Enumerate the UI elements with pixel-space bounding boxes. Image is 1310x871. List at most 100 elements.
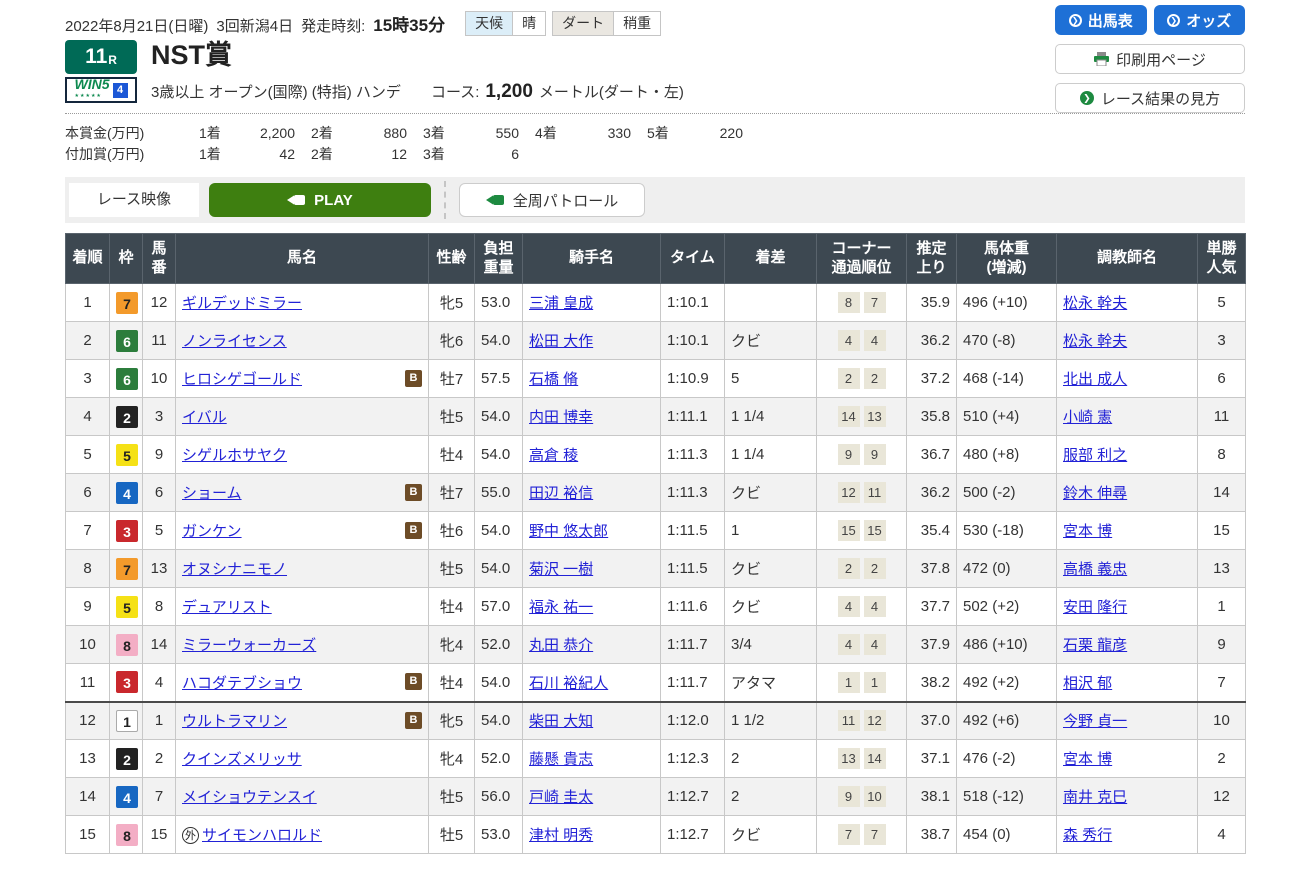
- frame-number-cell: 8: [110, 816, 143, 854]
- trainer-name-link[interactable]: 高橋 義忠: [1063, 561, 1127, 578]
- corner-position-box: 4: [864, 330, 886, 351]
- trainer-name-link[interactable]: 南井 克巳: [1063, 789, 1127, 806]
- prize-amount: 330: [571, 123, 631, 144]
- sex-age-cell: 牡7: [429, 360, 475, 398]
- carried-weight-cell: 55.0: [475, 474, 523, 512]
- margin-cell: クビ: [725, 816, 817, 854]
- course-unit: メートル(ダート・左): [539, 81, 684, 102]
- trainer-name-link[interactable]: 服部 利之: [1063, 447, 1127, 464]
- shutsubahyo-label: 出馬表: [1088, 10, 1133, 31]
- body-weight-cell: 454 (0): [957, 816, 1057, 854]
- horse-name-link[interactable]: メイショウテンスイ: [182, 789, 317, 806]
- sex-age-cell: 牡6: [429, 512, 475, 550]
- horse-name-cell: クインズメリッサ: [176, 740, 429, 778]
- sex-age-cell: 牡4: [429, 588, 475, 626]
- jockey-name-link[interactable]: 柴田 大知: [529, 713, 593, 730]
- horse-name-link[interactable]: オヌシナニモノ: [182, 561, 287, 578]
- finish-position-cell: 8: [66, 550, 110, 588]
- body-weight-cell: 476 (-2): [957, 740, 1057, 778]
- prize-amount: 2,200: [235, 123, 295, 144]
- corner-position-box: 7: [838, 824, 860, 845]
- patrol-video-button[interactable]: 全周パトロール: [459, 183, 645, 217]
- finish-position-cell: 3: [66, 360, 110, 398]
- horse-name-cell: 外サイモンハロルド: [176, 816, 429, 854]
- jockey-name-link[interactable]: 津村 明秀: [529, 827, 593, 844]
- last-3f-cell: 36.7: [907, 436, 957, 474]
- trainer-name-link[interactable]: 今野 貞一: [1063, 713, 1127, 730]
- trainer-name-link[interactable]: 石栗 龍彦: [1063, 637, 1127, 654]
- horse-name-link[interactable]: イバル: [182, 409, 227, 426]
- finish-position-cell: 7: [66, 512, 110, 550]
- corner-position-box: 1: [838, 672, 860, 693]
- jockey-name-link[interactable]: 戸崎 圭太: [529, 789, 593, 806]
- horse-name-link[interactable]: シゲルホサヤク: [182, 447, 287, 464]
- frame-number-badge: 2: [116, 748, 138, 770]
- horse-name-link[interactable]: クインズメリッサ: [182, 751, 302, 768]
- shutsubahyo-button[interactable]: ❯ 出馬表: [1055, 5, 1147, 35]
- horse-name-link[interactable]: デュアリスト: [182, 599, 272, 616]
- sex-age-cell: 牝5: [429, 702, 475, 740]
- trainer-name-link[interactable]: 宮本 博: [1063, 751, 1112, 768]
- jockey-name-link[interactable]: 藤懸 貴志: [529, 751, 593, 768]
- horse-name-link[interactable]: ハコダテブショウ: [182, 675, 302, 692]
- horse-name-link[interactable]: ショーム: [182, 485, 242, 502]
- print-page-button[interactable]: 印刷用ページ: [1055, 44, 1245, 74]
- jockey-name-link[interactable]: 菊沢 一樹: [529, 561, 593, 578]
- carried-weight-cell: 54.0: [475, 702, 523, 740]
- horse-name-cell: オヌシナニモノ: [176, 550, 429, 588]
- jockey-name-link[interactable]: 高倉 稜: [529, 447, 578, 464]
- trainer-name-link[interactable]: 松永 幹夫: [1063, 333, 1127, 350]
- trainer-name-link[interactable]: 松永 幹夫: [1063, 295, 1127, 312]
- trainer-name-link[interactable]: 森 秀行: [1063, 827, 1112, 844]
- horse-name-link[interactable]: ギルデッドミラー: [182, 295, 302, 312]
- frame-number-cell: 7: [110, 550, 143, 588]
- race-number-suffix: R: [108, 53, 117, 67]
- trainer-name-link[interactable]: 鈴木 伸尋: [1063, 485, 1127, 502]
- sex-age-cell: 牡5: [429, 398, 475, 436]
- jockey-name-link[interactable]: 内田 博幸: [529, 409, 593, 426]
- jockey-name-link[interactable]: 野中 悠太郎: [529, 523, 608, 540]
- trainer-name-cell: 松永 幹夫: [1057, 322, 1198, 360]
- body-weight-cell: 492 (+6): [957, 702, 1057, 740]
- jockey-name-link[interactable]: 石川 裕紀人: [529, 675, 608, 692]
- horse-name-link[interactable]: ヒロシゲゴールド: [182, 371, 302, 388]
- sex-age-cell: 牡5: [429, 550, 475, 588]
- win-favorite-cell: 14: [1198, 474, 1246, 512]
- horse-name-cell: ヒロシゲゴールドB: [176, 360, 429, 398]
- jockey-name-cell: 丸田 恭介: [523, 626, 661, 664]
- jockey-name-link[interactable]: 石橋 脩: [529, 371, 578, 388]
- time-cell: 1:12.7: [661, 816, 725, 854]
- how-to-read-results-button[interactable]: ❯ レース結果の見方: [1055, 83, 1245, 113]
- trainer-name-link[interactable]: 北出 成人: [1063, 371, 1127, 388]
- trainer-name-link[interactable]: 宮本 博: [1063, 523, 1112, 540]
- horse-number-cell: 7: [143, 778, 176, 816]
- jockey-name-link[interactable]: 福永 祐一: [529, 599, 593, 616]
- trainer-name-link[interactable]: 小崎 憲: [1063, 409, 1112, 426]
- play-video-button[interactable]: PLAY: [209, 183, 431, 217]
- odds-button[interactable]: ❯ オッズ: [1154, 5, 1246, 35]
- horse-name-link[interactable]: ミラーウォーカーズ: [182, 637, 316, 654]
- jockey-name-link[interactable]: 三浦 皇成: [529, 295, 593, 312]
- jockey-name-cell: 石橋 脩: [523, 360, 661, 398]
- corner-positions-cell: 11: [817, 664, 907, 702]
- carried-weight-cell: 53.0: [475, 816, 523, 854]
- jockey-name-link[interactable]: 丸田 恭介: [529, 637, 593, 654]
- col-header-num: 馬 番: [143, 234, 176, 284]
- jockey-name-link[interactable]: 松田 大作: [529, 333, 593, 350]
- horse-name-link[interactable]: ガンケン: [182, 523, 242, 540]
- horse-name-link[interactable]: ノンライセンス: [182, 333, 287, 350]
- margin-cell: 2: [725, 778, 817, 816]
- horse-name-link[interactable]: ウルトラマリン: [182, 713, 287, 730]
- corner-positions-cell: 44: [817, 322, 907, 360]
- video-camera-icon: [486, 194, 505, 206]
- trainer-name-link[interactable]: 相沢 郁: [1063, 675, 1112, 692]
- carried-weight-cell: 54.0: [475, 436, 523, 474]
- condition-badges: 天候晴ダート稍重: [459, 11, 661, 36]
- track-value: 稍重: [613, 11, 661, 36]
- margin-cell: 5: [725, 360, 817, 398]
- trainer-name-link[interactable]: 安田 隆行: [1063, 599, 1127, 616]
- jockey-name-link[interactable]: 田辺 裕信: [529, 485, 593, 502]
- frame-number-cell: 7: [110, 284, 143, 322]
- horse-number-cell: 3: [143, 398, 176, 436]
- horse-name-link[interactable]: サイモンハロルド: [202, 827, 322, 844]
